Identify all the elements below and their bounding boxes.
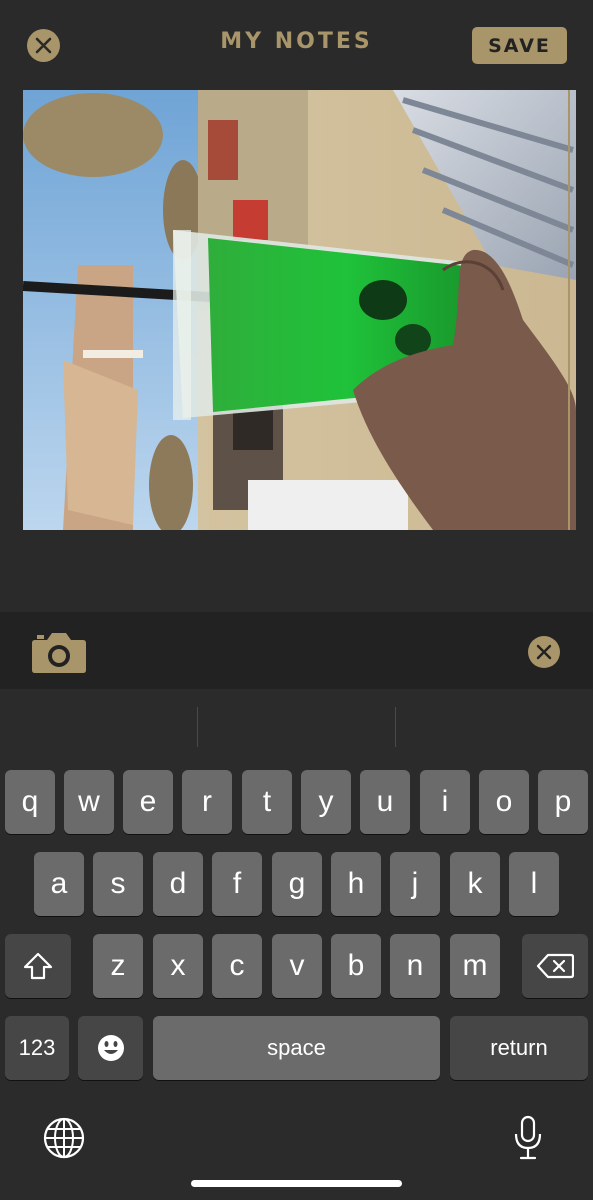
key-f[interactable]: f (212, 852, 262, 916)
prediction-divider (395, 707, 396, 747)
camera-button[interactable] (31, 630, 87, 674)
camera-icon (32, 633, 86, 673)
key-t[interactable]: t (242, 770, 292, 834)
emoji-key[interactable] (78, 1016, 143, 1080)
key-l[interactable]: l (509, 852, 559, 916)
key-a[interactable]: a (34, 852, 84, 916)
numbers-key[interactable]: 123 (5, 1016, 69, 1080)
dictation-button[interactable] (511, 1114, 545, 1162)
key-g[interactable]: g (272, 852, 322, 916)
home-indicator (191, 1180, 402, 1187)
space-key[interactable]: space (153, 1016, 440, 1080)
shift-icon (23, 952, 53, 980)
key-o[interactable]: o (479, 770, 529, 834)
attachment-toolbar (0, 612, 593, 689)
key-b[interactable]: b (331, 934, 381, 998)
emoji-icon (97, 1035, 124, 1061)
key-v[interactable]: v (272, 934, 322, 998)
globe-button[interactable] (42, 1116, 86, 1160)
microphone-icon (514, 1115, 542, 1160)
key-z[interactable]: z (93, 934, 143, 998)
remove-photo-button[interactable] (528, 636, 560, 668)
key-r[interactable]: r (182, 770, 232, 834)
key-x[interactable]: x (153, 934, 203, 998)
key-p[interactable]: p (538, 770, 588, 834)
key-k[interactable]: k (450, 852, 500, 916)
key-n[interactable]: n (390, 934, 440, 998)
key-y[interactable]: y (301, 770, 351, 834)
photo-area (0, 88, 593, 612)
key-j[interactable]: j (390, 852, 440, 916)
key-i[interactable]: i (420, 770, 470, 834)
save-button[interactable]: SAVE (472, 27, 567, 64)
photo-image (23, 90, 576, 530)
top-bar: MY NOTES SAVE (0, 0, 593, 88)
close-icon (536, 644, 552, 660)
key-e[interactable]: e (123, 770, 173, 834)
key-u[interactable]: u (360, 770, 410, 834)
key-c[interactable]: c (212, 934, 262, 998)
delete-key[interactable] (522, 934, 588, 998)
key-h[interactable]: h (331, 852, 381, 916)
note-photo[interactable] (23, 90, 576, 530)
globe-icon (43, 1117, 85, 1159)
key-m[interactable]: m (450, 934, 500, 998)
shift-key[interactable] (5, 934, 71, 998)
key-w[interactable]: w (64, 770, 114, 834)
key-q[interactable]: q (5, 770, 55, 834)
backspace-icon (536, 953, 574, 979)
return-key[interactable]: return (450, 1016, 588, 1080)
key-d[interactable]: d (153, 852, 203, 916)
key-s[interactable]: s (93, 852, 143, 916)
prediction-divider (197, 707, 198, 747)
